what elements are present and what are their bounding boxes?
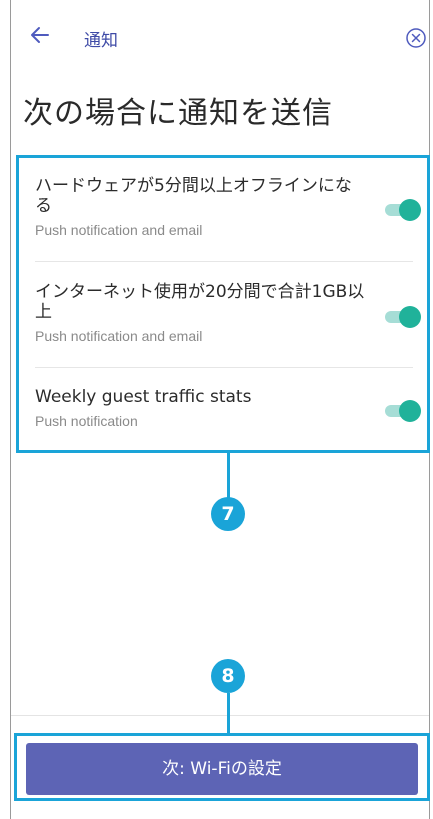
next-wifi-setup-button[interactable]: 次: Wi-Fiの設定 xyxy=(26,743,418,795)
arrow-left-icon[interactable] xyxy=(28,23,54,49)
list-item: ハードウェアが5分間以上オフラインになる Push notification a… xyxy=(35,176,405,238)
item-subtitle: Push notification xyxy=(35,413,138,429)
item-title: インターネット使用が20分間で合計1GB以上 xyxy=(35,282,365,322)
item-subtitle: Push notification and email xyxy=(35,328,203,344)
callout-badge: 8 xyxy=(211,659,245,693)
top-bar: 通知 xyxy=(10,0,430,80)
list-item: Weekly guest traffic stats Push notifica… xyxy=(35,387,405,429)
close-icon[interactable] xyxy=(405,27,427,49)
toggle-knob xyxy=(399,199,421,221)
item-title: Weekly guest traffic stats xyxy=(35,387,252,407)
divider xyxy=(35,367,413,368)
toggle-knob xyxy=(399,400,421,422)
item-title: ハードウェアが5分間以上オフラインになる xyxy=(35,176,352,216)
toggle-switch[interactable] xyxy=(385,199,421,221)
divider xyxy=(11,715,429,716)
page-title: 通知 xyxy=(84,31,118,51)
item-subtitle: Push notification and email xyxy=(35,222,203,238)
section-heading: 次の場合に通知を送信 xyxy=(23,96,333,131)
list-item: インターネット使用が20分間で合計1GB以上 Push notification… xyxy=(35,282,405,344)
toggle-knob xyxy=(399,306,421,328)
toggle-switch[interactable] xyxy=(385,400,421,422)
callout-line xyxy=(227,693,230,735)
callout-line xyxy=(227,453,230,499)
notification-list: ハードウェアが5分間以上オフラインになる Push notification a… xyxy=(16,155,430,453)
toggle-switch[interactable] xyxy=(385,306,421,328)
divider xyxy=(35,261,413,262)
callout-badge: 7 xyxy=(211,497,245,531)
